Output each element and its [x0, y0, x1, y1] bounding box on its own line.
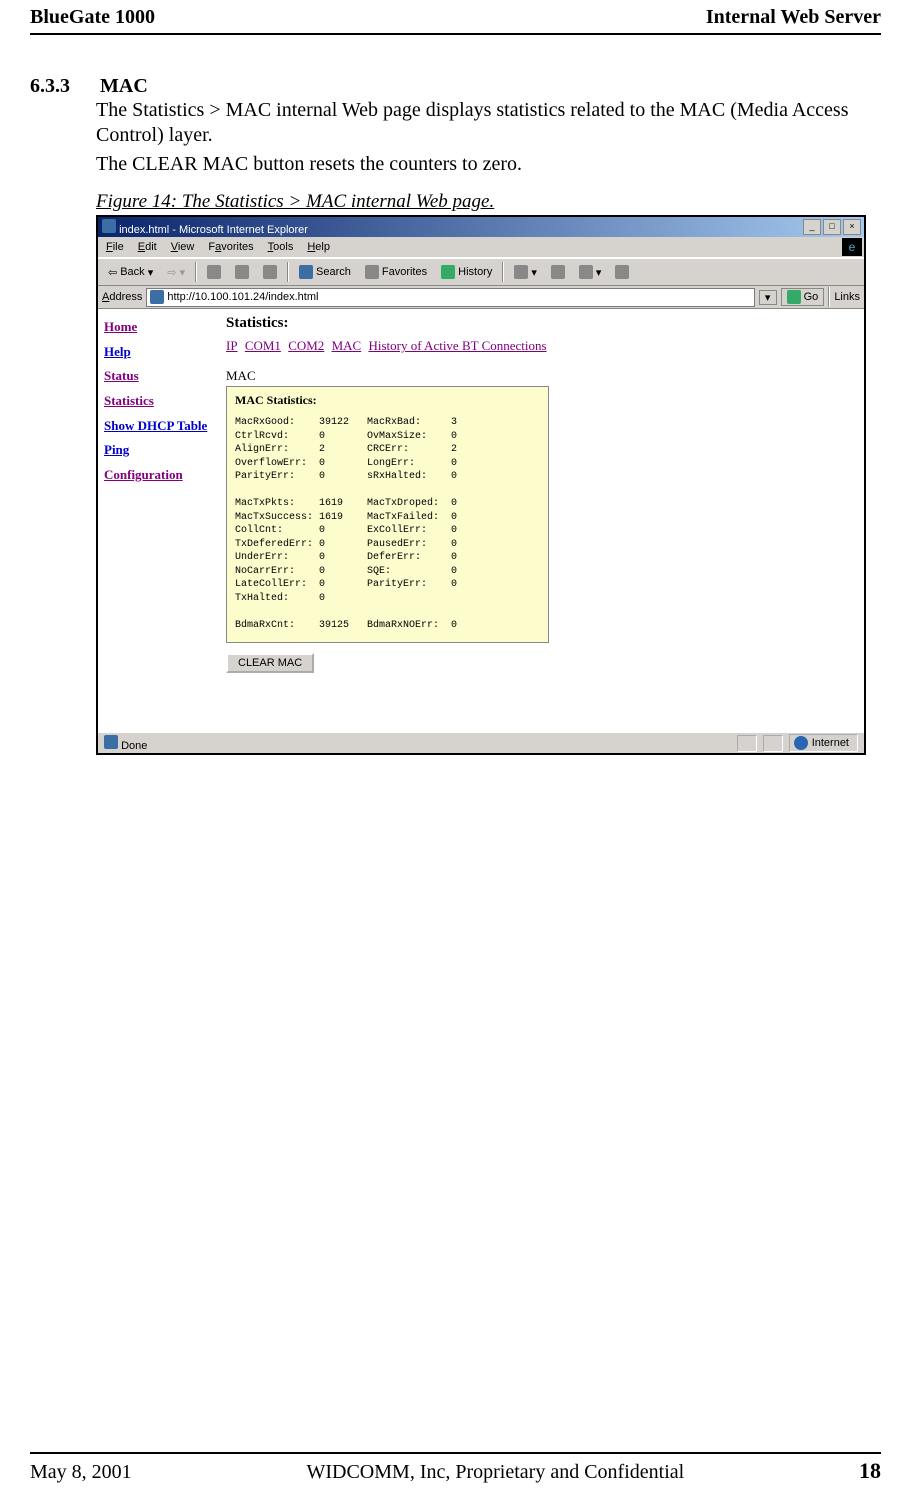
maximize-button[interactable]: □	[823, 219, 841, 235]
nav-status[interactable]: Status	[104, 364, 212, 389]
mac-box-title: MAC Statistics:	[235, 393, 540, 408]
address-label: Address	[102, 291, 142, 303]
paragraph-2: The CLEAR MAC button resets the counters…	[96, 152, 881, 177]
links-label[interactable]: Links	[834, 291, 860, 303]
discuss-icon	[615, 265, 629, 279]
search-button[interactable]: Search	[295, 264, 355, 280]
menu-help[interactable]: Help	[307, 241, 330, 253]
doc-header-left: BlueGate 1000	[30, 6, 155, 29]
tab-com1[interactable]: COM1	[245, 338, 281, 353]
nav-configuration[interactable]: Configuration	[104, 463, 212, 488]
discuss-button[interactable]	[611, 264, 633, 280]
tab-history[interactable]: History of Active BT Connections	[368, 338, 546, 353]
home-icon	[263, 265, 277, 279]
main-pane: Statistics: IP COM1 COM2 MAC History of …	[218, 309, 864, 754]
menu-tools[interactable]: Tools	[268, 241, 294, 253]
left-nav: Home Help Status Statistics Show DHCP Ta…	[98, 309, 218, 754]
menu-favorites[interactable]: Favorites	[208, 241, 253, 253]
menu-view[interactable]: View	[171, 241, 195, 253]
status-panel	[763, 735, 783, 752]
stop-icon	[207, 265, 221, 279]
toolbar: ⇦ Back ▾ ⇨ ▾ Search Favorites History ▾ …	[98, 258, 864, 286]
addr-separator	[828, 287, 830, 307]
print-icon	[551, 265, 565, 279]
nav-statistics[interactable]: Statistics	[104, 389, 212, 414]
tab-mac[interactable]: MAC	[332, 338, 362, 353]
page-icon	[102, 219, 116, 233]
edit-button[interactable]: ▾	[575, 264, 606, 280]
nav-home[interactable]: Home	[104, 315, 212, 340]
status-done-icon	[104, 735, 118, 749]
address-dropdown[interactable]: ▾	[759, 290, 777, 305]
back-button[interactable]: ⇦ Back ▾	[104, 265, 157, 280]
page-footer: May 8, 2001 WIDCOMM, Inc, Proprietary an…	[30, 1452, 881, 1484]
search-icon	[299, 265, 313, 279]
security-zone[interactable]: Internet	[789, 734, 858, 752]
mac-statistics-box: MAC Statistics: MacRxGood: 39122 MacRxBa…	[226, 386, 549, 643]
stop-button[interactable]	[203, 264, 225, 280]
edit-icon	[579, 265, 593, 279]
mac-statistics-content: MacRxGood: 39122 MacRxBad: 3 CtrlRcvd: 0…	[235, 416, 540, 632]
favorites-icon	[365, 265, 379, 279]
footer-date: May 8, 2001	[30, 1461, 132, 1484]
statusbar: Done Internet	[98, 732, 864, 753]
stats-tabs: IP COM1 COM2 MAC History of Active BT Co…	[226, 338, 856, 354]
home-button[interactable]	[259, 264, 281, 280]
addressbar: Address http://10.100.101.24/index.html …	[98, 286, 864, 309]
mail-icon	[514, 265, 528, 279]
mail-button[interactable]: ▾	[510, 264, 541, 280]
status-panel	[737, 735, 757, 752]
menubar: File Edit View Favorites Tools Help e	[98, 237, 864, 258]
ie-logo-icon: e	[842, 238, 862, 256]
section-number: 6.3.3	[30, 75, 96, 98]
page-title: Statistics:	[226, 315, 856, 332]
browser-content: Home Help Status Statistics Show DHCP Ta…	[98, 309, 864, 754]
clear-mac-button[interactable]: CLEAR MAC	[226, 653, 314, 673]
refresh-button[interactable]	[231, 264, 253, 280]
paragraph-1: The Statistics > MAC internal Web page d…	[96, 98, 881, 148]
nav-show-dhcp-table[interactable]: Show DHCP Table	[104, 414, 212, 439]
footer-confidential: WIDCOMM, Inc, Proprietary and Confidenti…	[306, 1461, 684, 1484]
window-title: index.html - Microsoft Internet Explorer	[119, 224, 308, 236]
page-icon	[150, 290, 164, 304]
close-button[interactable]: ×	[843, 219, 861, 235]
tab-com2[interactable]: COM2	[288, 338, 324, 353]
window-titlebar[interactable]: index.html - Microsoft Internet Explorer…	[98, 217, 864, 237]
section-title: MAC	[100, 75, 148, 97]
mac-fieldset-label: MAC	[226, 368, 856, 384]
internet-zone-icon	[794, 736, 808, 750]
nav-ping[interactable]: Ping	[104, 438, 212, 463]
status-text: Done	[121, 740, 147, 752]
footer-page-number: 18	[859, 1458, 881, 1484]
print-button[interactable]	[547, 264, 569, 280]
go-icon	[787, 290, 801, 304]
menu-edit[interactable]: Edit	[138, 241, 157, 253]
menu-file[interactable]: File	[106, 241, 124, 253]
history-button[interactable]: History	[437, 264, 496, 280]
address-input[interactable]: http://10.100.101.24/index.html	[146, 288, 754, 307]
toolbar-separator	[195, 262, 197, 282]
refresh-icon	[235, 265, 249, 279]
figure-caption: Figure 14: The Statistics > MAC internal…	[96, 191, 881, 213]
go-button[interactable]: Go	[781, 288, 825, 306]
toolbar-separator-2	[287, 262, 289, 282]
forward-button[interactable]: ⇨ ▾	[163, 265, 189, 280]
doc-header-right: Internal Web Server	[706, 6, 881, 29]
screenshot-browser-window: index.html - Microsoft Internet Explorer…	[96, 215, 866, 755]
history-icon	[441, 265, 455, 279]
favorites-button[interactable]: Favorites	[361, 264, 431, 280]
toolbar-separator-3	[502, 262, 504, 282]
minimize-button[interactable]: _	[803, 219, 821, 235]
tab-ip[interactable]: IP	[226, 338, 238, 353]
nav-help[interactable]: Help	[104, 340, 212, 365]
header-rule	[30, 33, 881, 35]
